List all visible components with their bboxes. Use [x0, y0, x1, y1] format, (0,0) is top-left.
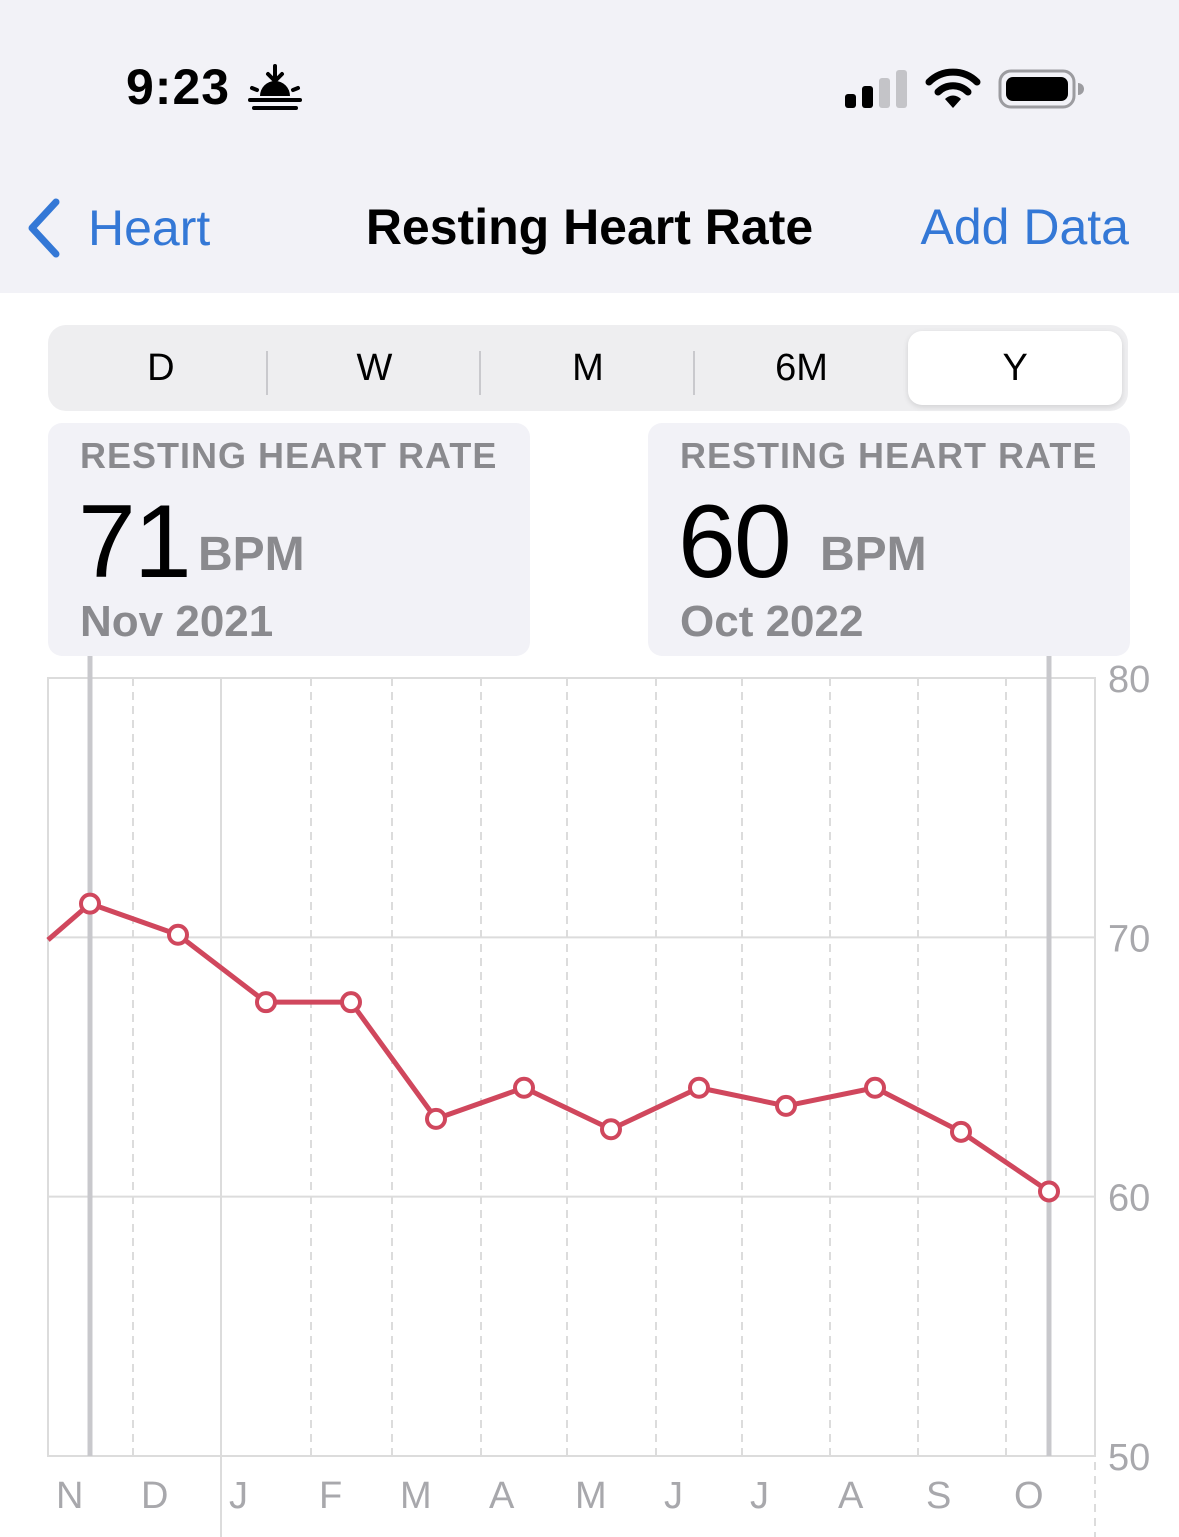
top-bar: 9:23 Heart Resting Heart Rate Add Data [0, 0, 1179, 293]
x-tick-label: O [1014, 1475, 1044, 1517]
sunrise-icon [248, 64, 302, 110]
data-point [167, 923, 189, 946]
back-label: Heart [88, 200, 211, 256]
card-unit: BPM [198, 528, 305, 581]
start-value-card: RESTING HEART RATE 71 BPM Nov 2021 [48, 423, 530, 656]
x-tick-label: A [838, 1475, 864, 1517]
card-unit: BPM [820, 528, 927, 581]
resting-heart-rate-chart[interactable]: 80 70 60 50 N D J F M A M J J A S O [0, 656, 1179, 1537]
data-point [340, 991, 362, 1014]
battery-icon [998, 69, 1084, 109]
x-tick-label: D [141, 1475, 168, 1517]
back-button[interactable]: Heart [24, 196, 210, 260]
x-tick-label: M [400, 1475, 432, 1517]
segment-six-months[interactable]: 6M [695, 331, 909, 405]
end-value-card: RESTING HEART RATE 60 BPM Oct 2022 [648, 423, 1130, 656]
wifi-icon [925, 68, 981, 108]
segment-week[interactable]: W [268, 331, 482, 405]
data-point [1038, 1180, 1060, 1203]
status-time: 9:23 [126, 59, 231, 115]
card-value: 60 [678, 484, 792, 600]
x-tick-label: A [489, 1475, 515, 1517]
x-tick-label: J [664, 1475, 683, 1517]
card-value: 71 [78, 484, 192, 600]
segment-month[interactable]: M [481, 331, 695, 405]
data-point [79, 892, 101, 915]
card-date: Nov 2021 [80, 597, 274, 646]
add-data-button[interactable]: Add Data [921, 198, 1129, 256]
data-point [775, 1094, 797, 1117]
x-tick-label: M [575, 1475, 607, 1517]
x-tick-label: N [56, 1475, 83, 1517]
card-date: Oct 2022 [680, 597, 864, 646]
cellular-signal-icon [845, 70, 907, 108]
data-point [425, 1107, 447, 1130]
time-range-selector: D W M 6M Y [48, 325, 1128, 411]
x-tick-label: J [750, 1475, 769, 1517]
data-point [513, 1076, 535, 1099]
data-point [255, 991, 277, 1014]
y-tick-label: 50 [1108, 1437, 1150, 1479]
chevron-left-icon [28, 198, 60, 258]
card-label: RESTING HEART RATE [80, 435, 498, 476]
series-line [46, 901, 1051, 1194]
y-tick-label: 70 [1108, 918, 1150, 960]
data-point [950, 1120, 972, 1143]
plot-frame [47, 677, 1096, 1457]
segment-day[interactable]: D [54, 331, 268, 405]
y-tick-label: 60 [1108, 1178, 1150, 1220]
card-label: RESTING HEART RATE [680, 435, 1098, 476]
x-tick-label: F [319, 1475, 342, 1517]
data-point [864, 1076, 886, 1099]
segment-year[interactable]: Y [908, 331, 1122, 405]
data-point [600, 1118, 622, 1141]
y-tick-label: 80 [1108, 659, 1150, 701]
data-point [688, 1076, 710, 1099]
x-tick-label: S [926, 1475, 951, 1517]
x-tick-label: J [229, 1475, 248, 1517]
